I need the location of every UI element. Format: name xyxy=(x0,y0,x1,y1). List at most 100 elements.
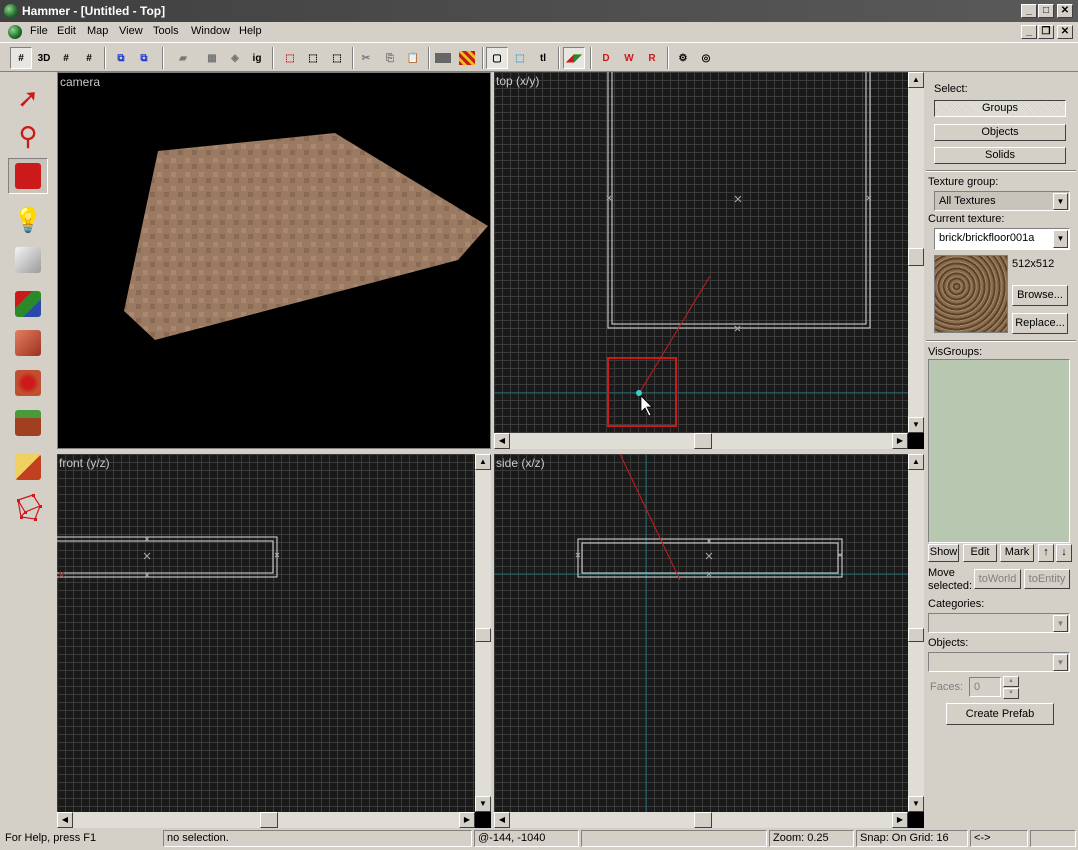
scroll-up-icon[interactable]: ▲ xyxy=(908,454,924,470)
browse-button[interactable]: Browse... xyxy=(1012,285,1068,306)
doc-minimize-button[interactable]: _ xyxy=(1021,25,1037,39)
radius-icon[interactable]: ◎ xyxy=(695,47,717,69)
texture-lock-button[interactable]: tl xyxy=(532,47,554,69)
menu-file[interactable]: File xyxy=(30,25,48,37)
ungroup-icon[interactable]: ⧉ xyxy=(133,47,155,69)
arrow-down-icon[interactable]: ↓ xyxy=(1056,544,1072,562)
selection-icon[interactable]: ⬚ xyxy=(509,47,531,69)
clip-icon[interactable]: ◢ ◤ xyxy=(563,47,585,69)
camera-view[interactable]: camera xyxy=(57,72,491,449)
vertex-tool-icon[interactable] xyxy=(8,489,48,525)
texture-group-select[interactable]: All Textures ▼ xyxy=(934,191,1070,211)
create-prefab-button[interactable]: Create Prefab xyxy=(946,703,1054,725)
solids-button[interactable]: Solids xyxy=(934,147,1066,164)
menu-tools[interactable]: Tools xyxy=(153,25,179,37)
scroll-right-icon[interactable]: ▶ xyxy=(892,433,908,449)
doc-restore-button[interactable]: ❐ xyxy=(1038,25,1054,39)
doc-close-button[interactable]: ✕ xyxy=(1057,25,1073,39)
front-hscroll[interactable]: ◀ ▶ xyxy=(57,812,475,828)
solid-texture-icon[interactable] xyxy=(432,47,454,69)
texture-lock-icon[interactable] xyxy=(456,47,478,69)
unhide-icon[interactable]: ◈ xyxy=(224,47,246,69)
categories-select[interactable]: ▼ xyxy=(928,613,1070,633)
carve-icon[interactable]: ⬚ xyxy=(279,47,301,69)
hollow-icon[interactable]: ⬚ xyxy=(302,47,324,69)
hide-icon[interactable]: ▰ xyxy=(172,47,194,69)
top-hscroll[interactable]: ◀ ▶ xyxy=(494,433,908,449)
menu-edit[interactable]: Edit xyxy=(57,25,76,37)
menu-map[interactable]: Map xyxy=(87,25,108,37)
spin-up-icon[interactable]: ▲ xyxy=(1003,676,1019,687)
magnify-tool-icon[interactable]: ⚲ xyxy=(8,118,48,154)
paste-icon[interactable]: 📋 xyxy=(402,47,424,69)
align-top-icon[interactable]: D xyxy=(595,47,617,69)
scroll-left-icon[interactable]: ◀ xyxy=(57,812,73,828)
camera-label: camera xyxy=(60,75,101,89)
side-view[interactable]: side (x/z) ▲ ▼ ◀ ▶ xyxy=(494,454,924,828)
side-hscroll[interactable]: ◀ ▶ xyxy=(494,812,908,828)
current-texture-select[interactable]: brick/brickfloor001a ▼ xyxy=(934,228,1070,250)
cut-icon[interactable]: ✂ xyxy=(355,47,377,69)
decal-tool-icon[interactable] xyxy=(8,365,48,401)
menu-help[interactable]: Help xyxy=(239,25,262,37)
scroll-left-icon[interactable]: ◀ xyxy=(494,433,510,449)
camera-tool-icon[interactable] xyxy=(8,158,48,194)
menu-view[interactable]: View xyxy=(119,25,143,37)
maximize-button[interactable]: □ xyxy=(1038,4,1054,18)
block-icon[interactable]: ⬚ xyxy=(326,47,348,69)
close-button[interactable]: ✕ xyxy=(1057,4,1073,18)
clipping-tool-icon[interactable] xyxy=(8,449,48,485)
selection-status: no selection. xyxy=(163,830,472,847)
scroll-up-icon[interactable]: ▲ xyxy=(475,454,491,470)
arrow-up-icon[interactable]: ↑ xyxy=(1038,544,1054,562)
visgroups-list[interactable] xyxy=(928,359,1070,543)
current-texture-value: brick/brickfloor001a xyxy=(939,232,1035,244)
scroll-left-icon[interactable]: ◀ xyxy=(494,812,510,828)
edit-button[interactable]: Edit xyxy=(963,544,997,562)
replace-button[interactable]: Replace... xyxy=(1012,313,1068,334)
block-tool-icon[interactable] xyxy=(8,242,48,278)
grid-larger-icon[interactable]: # xyxy=(78,47,100,69)
group-icon[interactable]: ⧉ xyxy=(110,47,132,69)
ignore-groups-button[interactable]: ig xyxy=(246,47,268,69)
front-vscroll[interactable]: ▲ ▼ xyxy=(475,454,491,812)
scroll-down-icon[interactable]: ▼ xyxy=(475,796,491,812)
align-right-icon[interactable]: R xyxy=(641,47,663,69)
show-button[interactable]: Show xyxy=(928,544,959,562)
grid-smaller-icon[interactable]: # xyxy=(55,47,77,69)
groups-button[interactable]: Groups xyxy=(934,100,1066,117)
to-entity-button[interactable]: toEntity xyxy=(1024,569,1070,589)
to-world-button[interactable]: toWorld xyxy=(974,569,1021,589)
faces-input[interactable]: 0 xyxy=(969,677,1001,697)
apply-texture-tool-icon[interactable] xyxy=(8,325,48,361)
copy-icon[interactable]: ⎘ xyxy=(379,47,401,69)
document-icon[interactable] xyxy=(8,25,22,39)
scroll-right-icon[interactable]: ▶ xyxy=(892,812,908,828)
scroll-right-icon[interactable]: ▶ xyxy=(459,812,475,828)
top-vscroll[interactable]: ▲ ▼ xyxy=(908,72,924,433)
scroll-down-icon[interactable]: ▼ xyxy=(908,417,924,433)
texture-app-tool-icon[interactable] xyxy=(8,286,48,322)
front-view[interactable]: front (y/z) ▲ ▼ ◀ ▶ xyxy=(57,454,491,828)
grid-toggle-icon[interactable]: # xyxy=(10,47,32,69)
objects-button[interactable]: Objects xyxy=(934,124,1066,141)
scroll-down-icon[interactable]: ▼ xyxy=(908,796,924,812)
mark-button[interactable]: Mark xyxy=(1000,544,1034,562)
top-view[interactable]: top (x/y) ▲ ▼ ◀ ▶ xyxy=(494,72,924,449)
objects-select[interactable]: ▼ xyxy=(928,652,1070,672)
minimize-button[interactable]: _ xyxy=(1021,4,1037,18)
align-left-icon[interactable]: W xyxy=(618,47,640,69)
brush-floor xyxy=(124,133,488,340)
tool-palette: ➚ ⚲ 💡 xyxy=(0,72,56,828)
menu-window[interactable]: Window xyxy=(191,25,230,37)
select-box-icon[interactable]: ▢ xyxy=(486,47,508,69)
side-vscroll[interactable]: ▲ ▼ xyxy=(908,454,924,812)
overlay-tool-icon[interactable] xyxy=(8,405,48,441)
selection-tool-icon[interactable]: ➚ xyxy=(8,80,48,116)
spin-down-icon[interactable]: ▼ xyxy=(1003,688,1019,699)
grid-3d-button[interactable]: 3D xyxy=(33,47,55,69)
cordon-icon[interactable]: ⚙ xyxy=(672,47,694,69)
entity-tool-icon[interactable]: 💡 xyxy=(8,202,48,238)
hide-selected-icon[interactable]: ▦ xyxy=(201,47,223,69)
scroll-up-icon[interactable]: ▲ xyxy=(908,72,924,88)
